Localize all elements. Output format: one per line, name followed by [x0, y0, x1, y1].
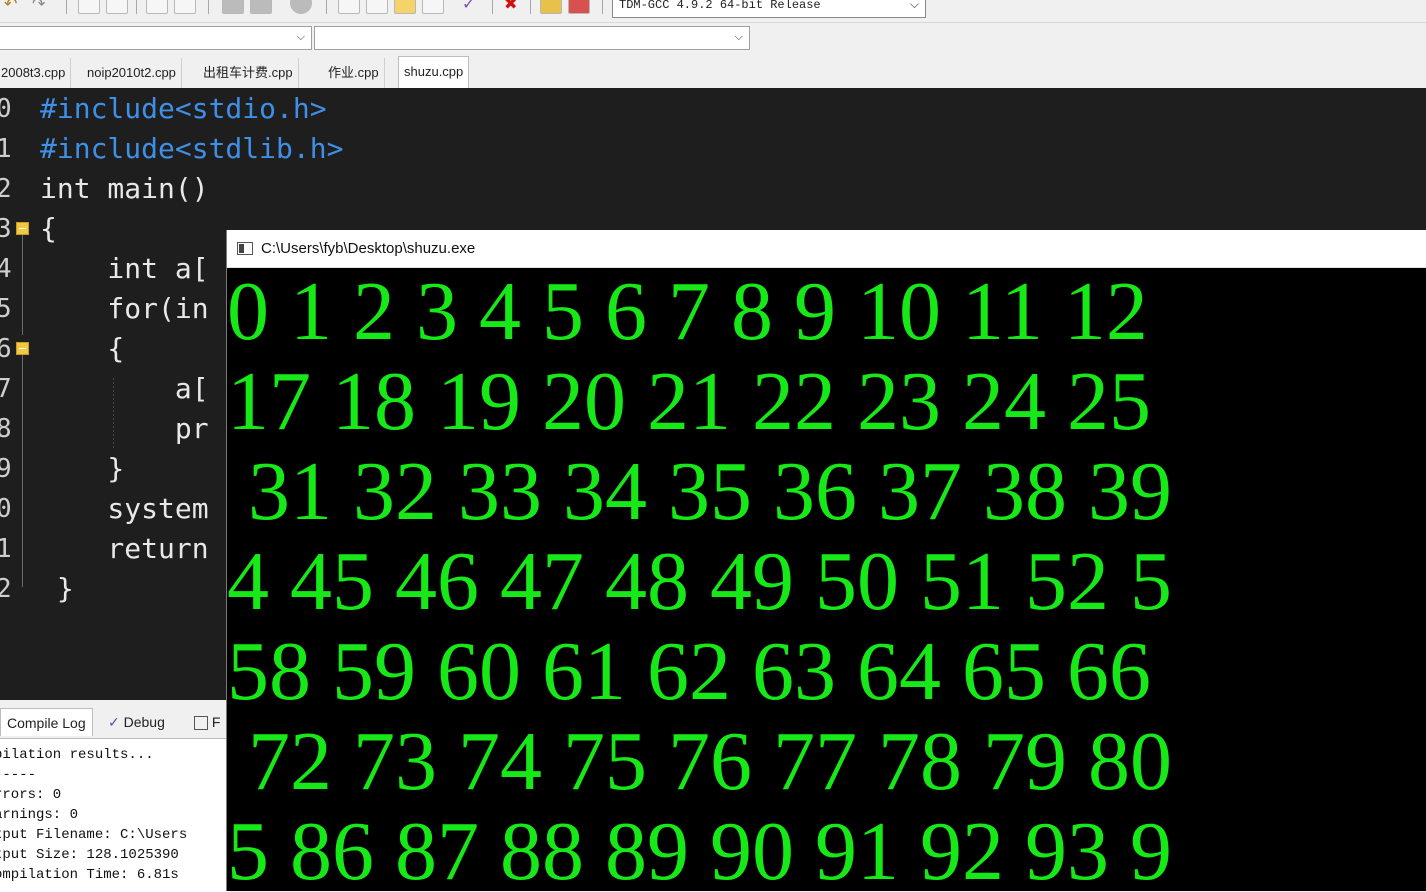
line-number: 4 [0, 254, 12, 284]
undo-icon[interactable]: ↶ [4, 0, 17, 13]
code-line: pr [40, 412, 209, 445]
log-line: rrors: 0 [0, 787, 62, 803]
tab-2008t3[interactable]: 2008t3.cpp [0, 58, 72, 88]
console-title-bar[interactable]: C:\Users\fyb\Desktop\shuzu.exe [227, 230, 1426, 268]
chevron-down-icon: ⌵ [909, 0, 919, 12]
line-number: 6 [0, 334, 12, 364]
console-window[interactable]: C:\Users\fyb\Desktop\shuzu.exe 0 1 2 3 4… [226, 230, 1426, 891]
tab-taxi-fare[interactable]: 出租车计费.cpp [198, 58, 299, 88]
toolbar-separator [208, 0, 209, 14]
tab-noip2010t2[interactable]: noip2010t2.cpp [82, 58, 182, 88]
toolbar: ↶ ↷ ✓ ✖ TDM-GCC 4.9.2 64-bit Release ⌵ [0, 0, 1426, 23]
code-line: for(in [40, 292, 209, 325]
line-number: 9 [0, 454, 12, 484]
code-line: { [40, 332, 125, 365]
tab-debug[interactable]: ✓ Debug [102, 708, 171, 736]
function-combo[interactable]: ⌵ [314, 26, 750, 50]
code-line: a[ [40, 372, 209, 405]
chevron-down-icon: ⌵ [296, 30, 305, 43]
line-number: 1 [0, 534, 12, 564]
bookmark-icon[interactable] [222, 0, 244, 14]
find-in-files-icon[interactable] [106, 0, 128, 14]
search-icon [194, 716, 208, 731]
class-combo[interactable]: ⌵ [0, 26, 312, 50]
toolbar-separator [492, 0, 493, 14]
console-line: 72 73 74 75 76 77 78 79 80 [227, 715, 1172, 808]
class-function-bar: ⌵ ⌵ [0, 23, 752, 53]
compile-log-output[interactable]: pilation results... ----- rrors: 0 arnin… [0, 738, 230, 892]
log-line: arnings: 0 [0, 807, 79, 823]
line-number: 3 [0, 214, 12, 244]
log-line: pilation results... [0, 747, 154, 763]
toolbar-separator [530, 0, 531, 14]
toolbar-separator [602, 0, 603, 14]
search-icon[interactable] [78, 0, 100, 14]
console-line: 17 18 19 20 21 22 23 24 25 [227, 355, 1151, 448]
fold-toggle-icon[interactable] [16, 222, 29, 235]
fold-toggle-icon[interactable] [16, 342, 29, 355]
stop-icon[interactable] [290, 0, 312, 14]
line-number: 8 [0, 414, 12, 444]
console-line: 0 1 2 3 4 5 6 7 8 9 10 11 12 [227, 267, 1148, 358]
toolbar-separator [66, 0, 67, 14]
log-line: tput Filename: C:\Users [0, 827, 188, 843]
bar-chart-icon[interactable] [540, 0, 562, 14]
console-output[interactable]: 0 1 2 3 4 5 6 7 8 9 10 11 12 17 18 19 20… [227, 267, 1426, 891]
grid-icon[interactable] [338, 0, 360, 14]
indent-icon[interactable] [146, 0, 168, 14]
tab-debug-label: Debug [123, 714, 165, 730]
fold-line [22, 355, 23, 587]
toolbar-separator [136, 0, 137, 14]
code-line: system [40, 492, 209, 525]
log-line: ompilation Time: 6.81s [0, 867, 179, 883]
line-number: 2 [0, 574, 12, 604]
layout-icon[interactable] [422, 0, 444, 14]
code-line: int a[ [40, 252, 209, 285]
code-line: } [40, 452, 125, 485]
console-line: 4 45 46 47 48 49 50 51 52 5 [227, 535, 1172, 628]
line-number: 5 [0, 294, 12, 324]
delete-chart-icon[interactable] [568, 0, 590, 14]
log-line: tput Size: 128.1025390 [0, 847, 179, 863]
window-icon[interactable] [366, 0, 388, 14]
fold-line [22, 235, 23, 335]
bookmark-next-icon[interactable] [250, 0, 272, 14]
console-title: C:\Users\fyb\Desktop\shuzu.exe [261, 240, 476, 257]
console-app-icon [237, 242, 253, 255]
console-line: 5 86 87 88 89 90 91 92 93 9 [227, 805, 1172, 892]
check-icon[interactable]: ✓ [462, 0, 475, 13]
code-line: return [40, 532, 209, 565]
console-line: 31 32 33 34 35 36 37 38 39 [227, 445, 1172, 538]
tab-find-results[interactable]: F [188, 708, 226, 736]
tab-compile-log[interactable]: Compile Log [0, 708, 93, 736]
line-number: 0 [0, 94, 12, 124]
tab-shuzu[interactable]: shuzu.cpp [398, 56, 470, 88]
code-line: #include<stdio.h> [40, 92, 327, 125]
tab-find-label: F [211, 714, 221, 730]
console-line: 58 59 60 61 62 63 64 65 66 [227, 625, 1151, 718]
tab-homework[interactable]: 作业.cpp [323, 58, 385, 88]
redo-icon[interactable]: ↷ [32, 0, 45, 13]
compiler-select-value: TDM-GCC 4.9.2 64-bit Release [619, 0, 821, 12]
compiler-select[interactable]: TDM-GCC 4.9.2 64-bit Release ⌵ [612, 0, 926, 18]
line-number: 1 [0, 134, 12, 164]
bottom-panel: Compile Log ✓ Debug F pilation results..… [0, 700, 230, 892]
code-line: } [40, 572, 74, 605]
unindent-icon[interactable] [174, 0, 196, 14]
line-number: 0 [0, 494, 12, 524]
code-line: { [40, 212, 57, 245]
chart-icon[interactable] [394, 0, 416, 14]
line-number: 2 [0, 174, 12, 204]
code-line: #include<stdlib.h> [40, 132, 344, 165]
code-line: int main() [40, 172, 209, 205]
file-tabs: 2008t3.cpp noip2010t2.cpp 出租车计费.cpp 作业.c… [0, 56, 1426, 88]
chevron-down-icon: ⌵ [734, 30, 743, 43]
check-icon: ✓ [108, 714, 120, 730]
close-icon[interactable]: ✖ [504, 0, 517, 13]
log-line: ----- [0, 767, 37, 783]
toolbar-separator [326, 0, 327, 14]
line-number: 7 [0, 374, 12, 404]
